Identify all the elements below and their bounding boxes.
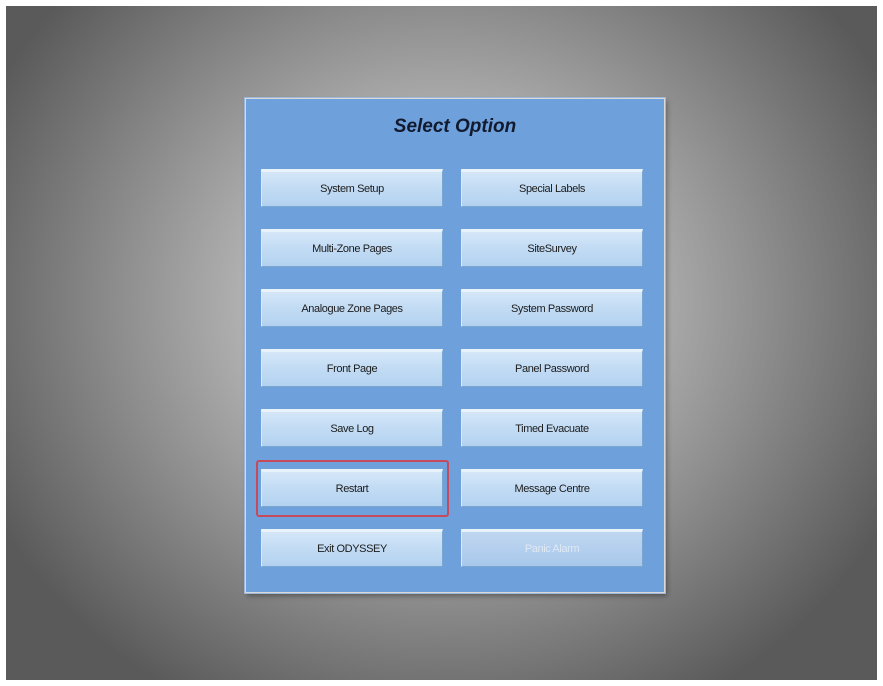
timed-evacuate-button[interactable]: Timed Evacuate	[461, 409, 643, 447]
panel-password-button[interactable]: Panel Password	[461, 349, 643, 387]
system-setup-button[interactable]: System Setup	[261, 169, 443, 207]
site-survey-button[interactable]: SiteSurvey	[461, 229, 643, 267]
system-password-button[interactable]: System Password	[461, 289, 643, 327]
restart-button[interactable]: Restart	[261, 469, 443, 507]
front-page-button[interactable]: Front Page	[261, 349, 443, 387]
special-labels-button[interactable]: Special Labels	[461, 169, 643, 207]
select-option-dialog: Select Option System Setup Special Label…	[245, 98, 665, 593]
panic-alarm-button: Panic Alarm	[461, 529, 643, 567]
exit-odyssey-button[interactable]: Exit ODYSSEY	[261, 529, 443, 567]
screen-background: Select Option System Setup Special Label…	[6, 6, 877, 680]
save-log-button[interactable]: Save Log	[261, 409, 443, 447]
message-centre-button[interactable]: Message Centre	[461, 469, 643, 507]
analogue-zone-pages-button[interactable]: Analogue Zone Pages	[261, 289, 443, 327]
multi-zone-pages-button[interactable]: Multi-Zone Pages	[261, 229, 443, 267]
dialog-title: Select Option	[393, 116, 517, 137]
